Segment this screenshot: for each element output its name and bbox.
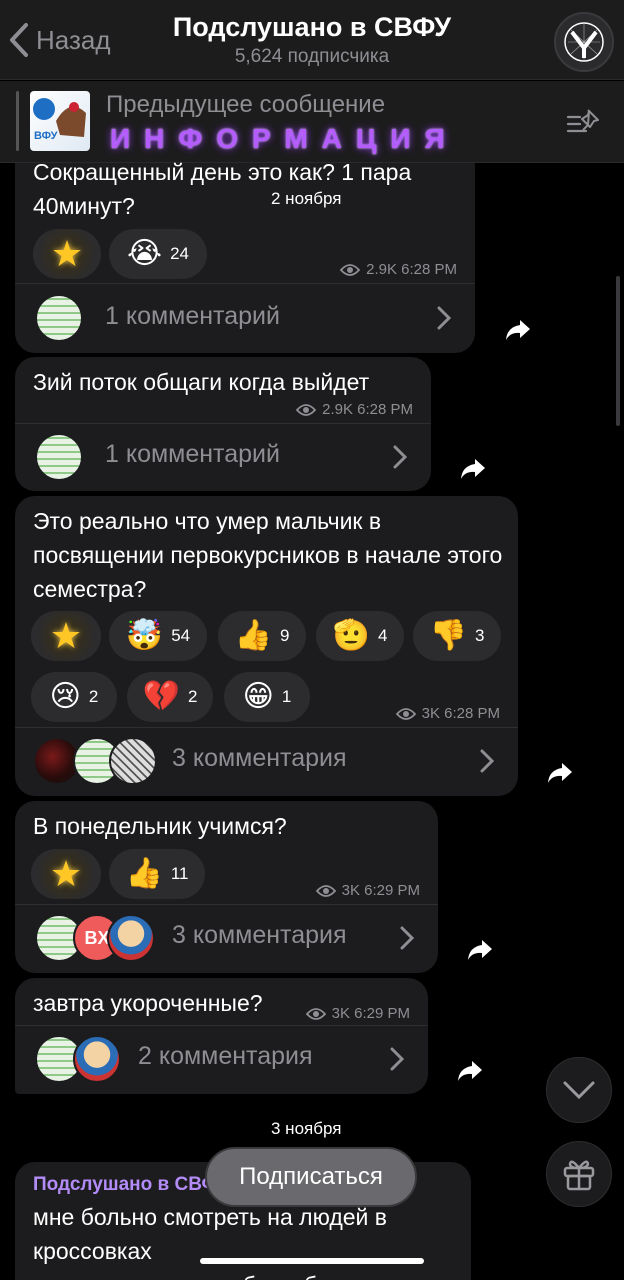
pinned-thumb-text: ВФУ	[34, 130, 58, 142]
reaction-crying[interactable]: 😢 2	[31, 672, 117, 722]
share-icon	[458, 1061, 482, 1081]
message-text: В понедельник учимся?	[33, 813, 287, 839]
chevron-right-icon	[390, 1047, 404, 1071]
scrollbar[interactable]	[616, 276, 620, 426]
reaction-salute[interactable]: 🫡 4	[316, 611, 404, 661]
home-indicator	[200, 1258, 424, 1264]
message-text: завтра укороченные?	[33, 990, 263, 1016]
comments-label: 3 комментария	[172, 921, 347, 949]
eye-icon	[296, 403, 317, 416]
chevron-right-icon	[437, 306, 451, 330]
channel-avatar[interactable]	[554, 12, 614, 72]
message-sender[interactable]: Подслушано в СВФУ	[33, 1174, 229, 1196]
reaction-thumbs-up[interactable]: 👍 9	[218, 611, 306, 661]
chevron-right-icon	[393, 445, 407, 469]
eye-icon	[395, 707, 416, 720]
star-icon: ★	[49, 853, 83, 894]
message-bubble[interactable]: В понедельник учимся? ★ 👍 11 3K 6:29 PM B…	[15, 801, 438, 973]
subscribe-button[interactable]: Подписаться	[205, 1147, 417, 1207]
scroll-down-button[interactable]	[546, 1057, 612, 1123]
channel-logo-icon	[564, 22, 604, 62]
commenter-avatar	[109, 737, 157, 785]
comments-label: 3 комментария	[172, 744, 347, 772]
reaction-loudly-crying[interactable]: 😭 24	[109, 229, 207, 279]
comments-button[interactable]: 1 комментарий	[15, 284, 475, 353]
comments-button[interactable]: 3 комментария	[15, 728, 518, 796]
star-icon: ★	[49, 615, 83, 656]
star-icon: ★	[50, 233, 84, 274]
pinned-label: Предыдущее сообщение	[106, 91, 386, 118]
view-count: 3K 6:29 PM	[305, 1005, 410, 1022]
share-icon	[548, 763, 572, 783]
message-text: Это реально что умер мальчик в посвящени…	[33, 508, 503, 602]
message-bubble[interactable]: завтра укороченные? 3K 6:29 PM 2 коммент…	[15, 978, 428, 1094]
share-icon	[468, 940, 492, 960]
pin-list-icon[interactable]	[566, 107, 602, 137]
view-count: 2.9K 6:28 PM	[296, 401, 413, 418]
commenter-avatar	[35, 433, 83, 481]
thumbs-down-emoji-icon: 👎	[429, 619, 467, 652]
thumbs-up-emoji-icon: 👍	[125, 857, 163, 890]
date-separator: 2 ноября	[259, 184, 354, 214]
crying-emoji-icon: 😭	[127, 237, 163, 270]
chevron-right-icon	[480, 749, 494, 773]
eye-icon	[305, 1007, 326, 1020]
reaction-star[interactable]: ★	[31, 611, 101, 661]
channel-title: Подслушано в СВФУ	[172, 12, 452, 42]
view-count: 3K 6:29 PM	[315, 882, 420, 899]
comments-button[interactable]: 2 комментария	[15, 1026, 428, 1094]
share-button[interactable]	[455, 451, 491, 487]
salute-emoji-icon: 🫡	[332, 619, 370, 652]
reaction-star[interactable]: ★	[33, 229, 101, 279]
message-text: Зий поток общаги когда выйдет	[33, 369, 370, 395]
pinned-message-bar[interactable]: ВФУ Предыдущее сообщение ИНФОРМАЦИЯ	[0, 81, 624, 163]
reaction-grin[interactable]: 😁 1	[224, 672, 310, 722]
reaction-star[interactable]: ★	[31, 849, 101, 899]
share-button[interactable]	[500, 312, 536, 348]
share-icon	[506, 320, 530, 340]
gift-icon	[563, 1160, 595, 1191]
eye-icon	[315, 884, 336, 897]
view-count: 2.9K 6:28 PM	[340, 261, 457, 278]
message-bubble[interactable]: Это реально что умер мальчик в посвящени…	[15, 496, 518, 796]
chevron-right-icon	[400, 926, 414, 950]
pinned-text: ИНФОРМАЦИЯ	[110, 123, 459, 154]
message-bubble[interactable]: Сокращенный день это как? 1 пара 40минут…	[15, 159, 475, 353]
comments-label: 1 комментарий	[105, 440, 280, 468]
eye-icon	[340, 263, 361, 276]
crying-emoji-icon: 😢	[49, 680, 81, 713]
pinned-indicator	[16, 91, 19, 151]
commenter-avatar	[73, 1035, 121, 1083]
share-button[interactable]	[542, 755, 578, 791]
comments-label: 2 комментария	[138, 1042, 313, 1070]
reaction-thumbs-down[interactable]: 👎 3	[413, 611, 501, 661]
reaction-exploding-head[interactable]: 🤯 54	[109, 611, 207, 661]
channel-info[interactable]: Подслушано в СВФУ 5,624 подписчика	[0, 12, 624, 68]
chevron-down-icon	[563, 1081, 595, 1100]
comments-label: 1 комментарий	[105, 302, 280, 330]
comments-button[interactable]: 1 комментарий	[15, 424, 431, 491]
pinned-thumbnail: ВФУ	[30, 91, 90, 151]
comments-button[interactable]: BX 3 комментария	[15, 905, 438, 973]
message-text: мне больно смотреть на людей в кроссовка…	[33, 1204, 399, 1280]
top-bar: Назад Подслушано в СВФУ 5,624 подписчика	[0, 0, 624, 80]
exploding-head-emoji-icon: 🤯	[125, 619, 164, 652]
share-icon	[461, 459, 485, 479]
commenter-avatar	[107, 914, 155, 962]
thumbs-up-emoji-icon: 👍	[234, 619, 272, 652]
gift-button[interactable]	[546, 1141, 612, 1207]
commenter-avatar	[35, 294, 83, 342]
message-bubble[interactable]: Зий поток общаги когда выйдет 2.9K 6:28 …	[15, 357, 431, 491]
reaction-broken-heart[interactable]: 💔 2	[127, 672, 213, 722]
subscriber-count: 5,624 подписчика	[234, 46, 390, 67]
share-button[interactable]	[462, 932, 498, 968]
message-text: Сокращенный день это как? 1 пара 40минут…	[33, 159, 412, 219]
broken-heart-emoji-icon: 💔	[142, 680, 180, 713]
view-count: 3K 6:28 PM	[395, 705, 500, 722]
share-button[interactable]	[452, 1053, 488, 1089]
date-separator: 3 ноября	[271, 1119, 342, 1138]
grin-emoji-icon: 😁	[242, 680, 274, 713]
reaction-thumbs-up[interactable]: 👍 11	[109, 849, 205, 899]
